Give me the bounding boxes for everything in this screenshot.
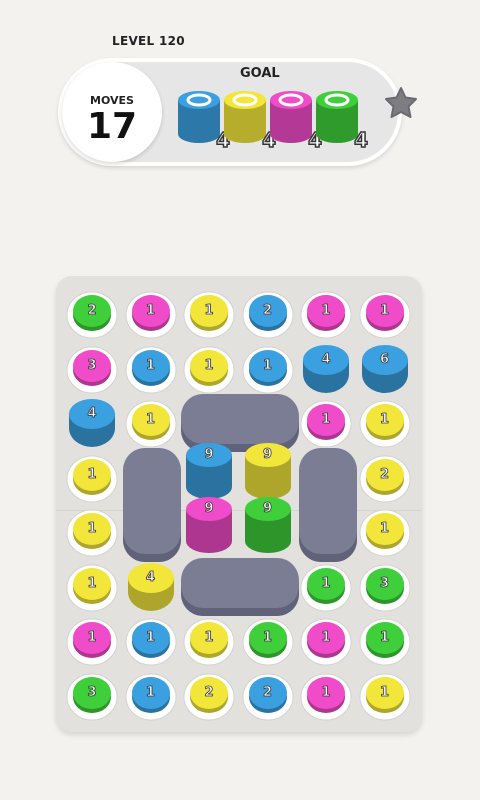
piece-pink[interactable]: 3 (66, 342, 118, 394)
blocker-right (299, 448, 357, 562)
piece-pink[interactable]: 1 (125, 287, 177, 339)
piece-yellow[interactable]: 1 (359, 396, 411, 448)
piece-blue[interactable]: 1 (242, 342, 294, 394)
goal-green-count: 4 (353, 127, 368, 153)
piece-green[interactable]: 2 (66, 287, 118, 339)
goal-green-cylinder: 4 (314, 88, 369, 153)
piece-pink[interactable]: 1 (359, 287, 411, 339)
piece-number: 3 (87, 357, 97, 373)
piece-number: 1 (204, 630, 214, 646)
piece-pink[interactable]: 9 (183, 495, 235, 555)
goal-yellow-cylinder: 4 (222, 88, 277, 153)
piece-number: 4 (321, 351, 331, 367)
piece-blue[interactable]: 1 (125, 342, 177, 394)
piece-number: 1 (145, 630, 156, 646)
piece-number: 1 (321, 575, 331, 591)
piece-number: 9 (262, 446, 273, 462)
piece-blue[interactable]: 4 (300, 342, 352, 394)
piece-green[interactable]: 1 (242, 614, 294, 666)
piece-number: 1 (379, 412, 390, 428)
piece-number: 9 (204, 501, 214, 517)
goal-blue-cylinder: 4 (176, 88, 231, 153)
piece-green[interactable]: 3 (359, 560, 411, 612)
moves-value: 17 (86, 106, 138, 147)
level-label: LEVEL 120 (112, 34, 185, 48)
piece-number: 2 (379, 466, 390, 482)
piece-pink[interactable]: 1 (300, 669, 352, 721)
piece-number: 1 (379, 630, 390, 646)
piece-green[interactable]: 1 (300, 560, 352, 612)
moves-counter: MOVES 17 (62, 62, 162, 162)
piece-number: 1 (204, 357, 214, 373)
piece-number: 1 (87, 630, 97, 646)
piece-pink[interactable]: 1 (300, 396, 352, 448)
piece-number: 1 (87, 466, 97, 482)
piece-number: 2 (87, 303, 97, 319)
hud-panel: MOVES 17 GOAL 4444 (58, 58, 402, 166)
piece-number: 2 (262, 303, 273, 319)
piece-yellow[interactable]: 1 (125, 396, 177, 448)
piece-green[interactable]: 9 (242, 495, 294, 555)
piece-yellow[interactable]: 9 (242, 441, 294, 501)
piece-number: 1 (321, 412, 331, 428)
piece-yellow[interactable]: 1 (183, 287, 235, 339)
goal-pink-cylinder: 4 (268, 88, 323, 153)
piece-yellow[interactable]: 1 (359, 505, 411, 557)
piece-number: 1 (204, 303, 214, 319)
piece-number: 1 (321, 684, 331, 700)
piece-yellow[interactable]: 1 (66, 560, 118, 612)
piece-number: 1 (87, 521, 97, 537)
star-icon[interactable] (384, 86, 418, 120)
goal-label: GOAL (240, 66, 280, 81)
piece-green[interactable]: 1 (359, 614, 411, 666)
piece-pink[interactable]: 1 (300, 614, 352, 666)
piece-number: 1 (262, 357, 273, 373)
piece-number: 1 (379, 303, 390, 319)
piece-number: 1 (145, 412, 156, 428)
piece-green[interactable]: 3 (66, 669, 118, 721)
piece-number: 1 (87, 575, 97, 591)
piece-pink[interactable]: 1 (300, 287, 352, 339)
piece-pink[interactable]: 1 (66, 614, 118, 666)
piece-number: 3 (87, 684, 97, 700)
piece-blue[interactable]: 2 (242, 287, 294, 339)
piece-number: 1 (262, 630, 273, 646)
piece-yellow[interactable]: 1 (66, 451, 118, 503)
piece-number: 1 (321, 303, 331, 319)
piece-number: 1 (145, 357, 156, 373)
piece-number: 2 (262, 684, 273, 700)
piece-number: 1 (321, 630, 331, 646)
piece-number: 1 (145, 303, 156, 319)
piece-blue[interactable]: 9 (183, 441, 235, 501)
piece-yellow[interactable]: 2 (359, 451, 411, 503)
piece-number: 1 (379, 684, 390, 700)
piece-yellow[interactable]: 1 (183, 342, 235, 394)
piece-number: 2 (204, 684, 214, 700)
piece-yellow[interactable]: 2 (183, 669, 235, 721)
piece-number: 9 (262, 501, 273, 517)
piece-number: 4 (87, 406, 97, 422)
piece-blue[interactable]: 1 (125, 614, 177, 666)
piece-blue[interactable]: 1 (125, 669, 177, 721)
piece-number: 6 (379, 351, 390, 367)
piece-number: 4 (145, 569, 156, 585)
piece-blue[interactable]: 6 (359, 342, 411, 394)
piece-number: 1 (379, 521, 390, 537)
piece-yellow[interactable]: 1 (66, 505, 118, 557)
piece-number: 1 (145, 684, 156, 700)
piece-yellow[interactable]: 1 (183, 614, 235, 666)
piece-yellow[interactable]: 4 (125, 560, 177, 612)
piece-yellow[interactable]: 1 (359, 669, 411, 721)
piece-number: 3 (379, 575, 390, 591)
blocker-left (123, 448, 181, 562)
piece-blue[interactable]: 2 (242, 669, 294, 721)
piece-blue[interactable]: 4 (66, 396, 118, 448)
blocker-bottom (181, 558, 299, 616)
piece-number: 9 (204, 446, 214, 462)
